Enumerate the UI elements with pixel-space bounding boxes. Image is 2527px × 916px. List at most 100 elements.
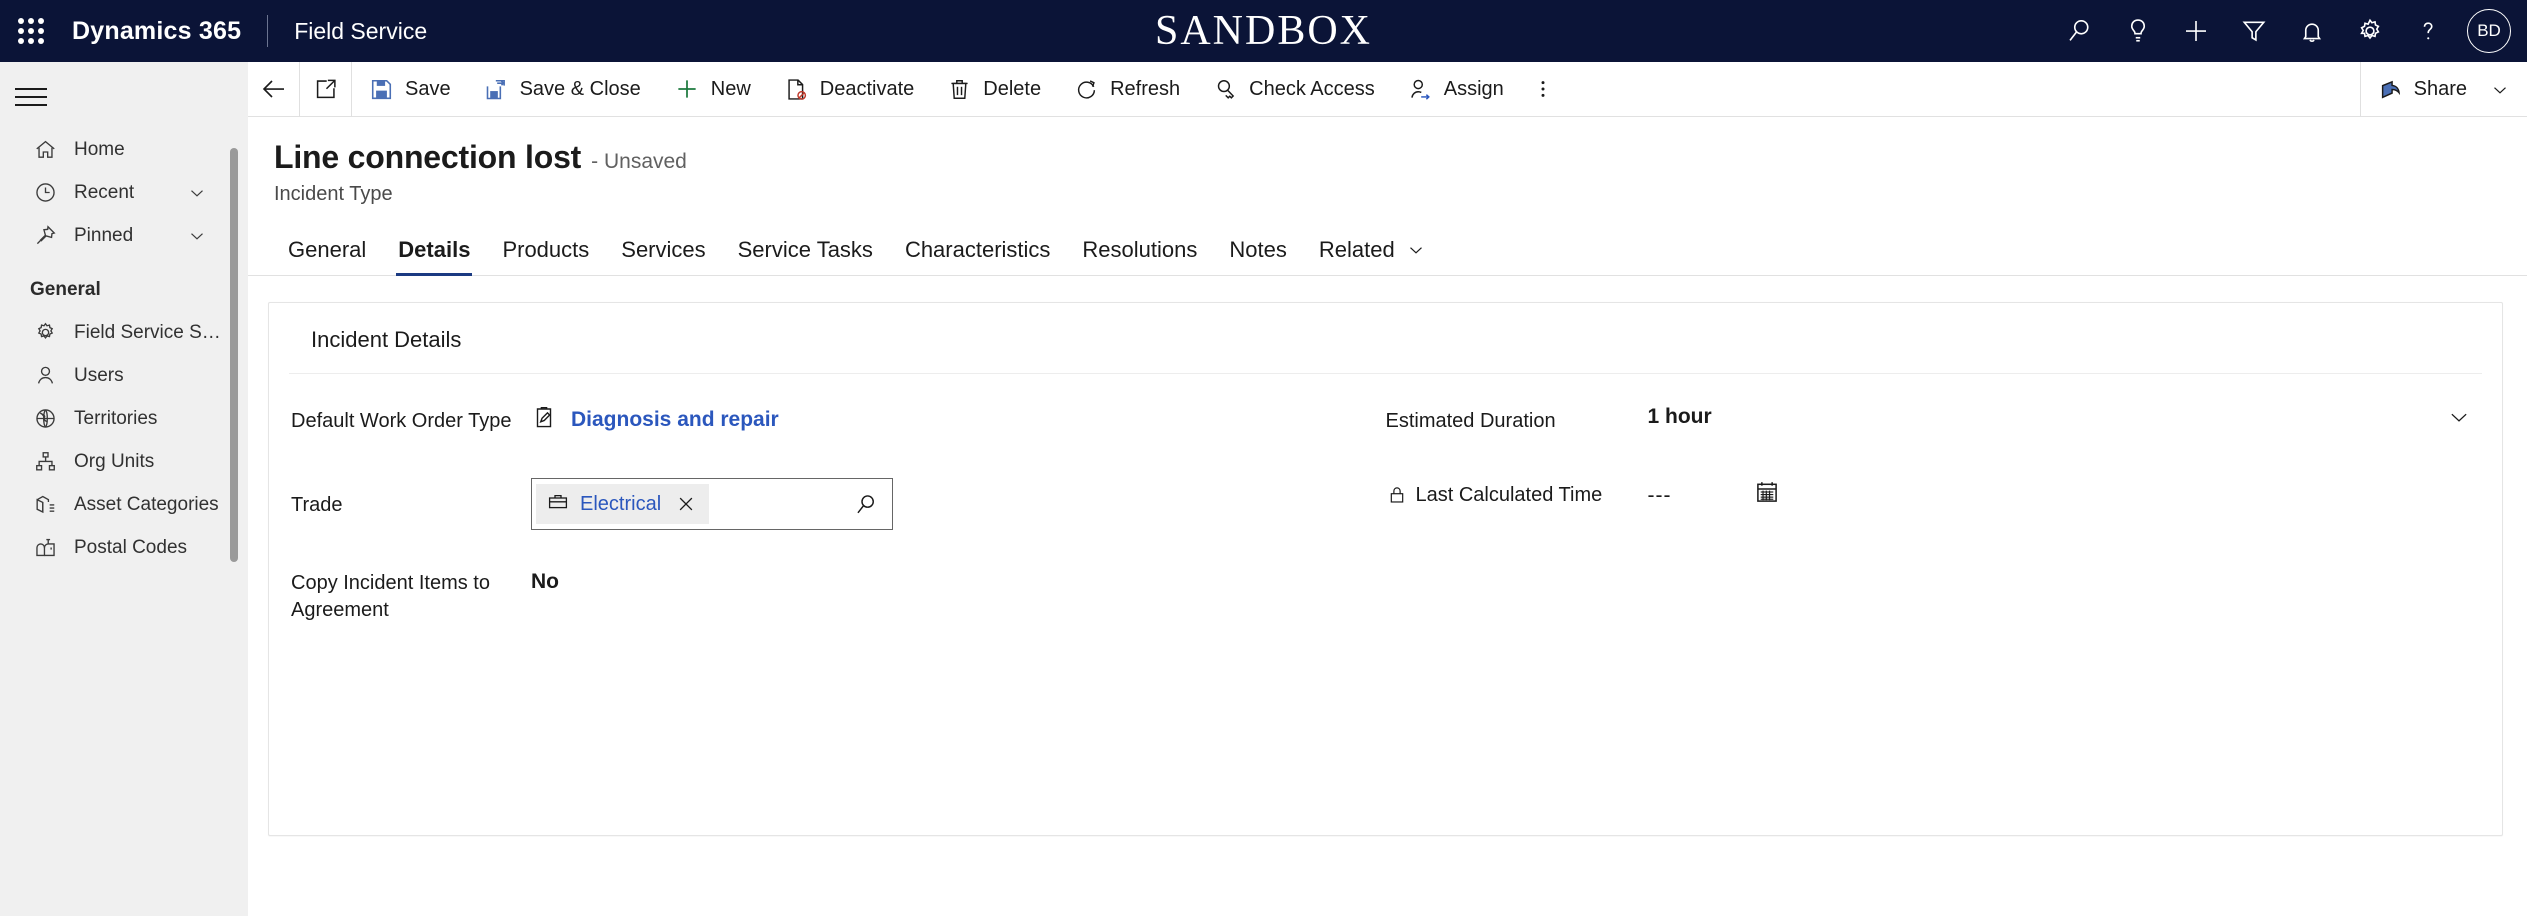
tab-general[interactable]: General <box>272 224 382 275</box>
brand-title[interactable]: Dynamics 365 <box>72 17 241 46</box>
chevron-down-icon[interactable] <box>2446 404 2472 430</box>
app-header: Dynamics 365 Field Service SANDBOX BD <box>0 0 2527 62</box>
sidebar-item-label: Asset Categories <box>74 493 219 515</box>
tab-notes[interactable]: Notes <box>1213 224 1302 275</box>
avatar[interactable]: BD <box>2467 9 2511 53</box>
field-value: Diagnosis and repair <box>571 408 779 431</box>
filter-icon[interactable] <box>2225 0 2283 62</box>
command-label: Share <box>2413 78 2467 100</box>
assign-button[interactable]: Assign <box>1391 62 1520 117</box>
default-work-order-type-value[interactable]: Diagnosis and repair <box>531 404 1346 436</box>
sidebar-item-asset-categories[interactable]: Asset Categories <box>0 483 248 526</box>
header-divider <box>267 15 269 47</box>
calendar-icon[interactable] <box>1753 478 1781 506</box>
sidebar: Home Recent Pinned General Field Service… <box>0 62 248 916</box>
check-access-button[interactable]: Check Access <box>1196 62 1391 117</box>
more-commands-button[interactable] <box>1520 62 1566 117</box>
sidebar-item-users[interactable]: Users <box>0 354 248 397</box>
chevron-down-icon[interactable] <box>186 182 208 204</box>
field-label: Last Calculated Time <box>1415 484 1603 506</box>
share-group: Share <box>2359 62 2527 117</box>
estimated-duration-control[interactable]: 1 hour <box>1648 404 2481 430</box>
tab-resolutions[interactable]: Resolutions <box>1066 224 1213 275</box>
environment-banner-text: SANDBOX <box>1154 8 1373 54</box>
form-tabs: General Details Products Services Servic… <box>248 224 2527 276</box>
close-icon[interactable] <box>671 493 701 515</box>
question-icon[interactable] <box>2399 0 2457 62</box>
tab-label: General <box>288 237 367 262</box>
record-title: Line connection lost <box>274 139 582 175</box>
sidebar-item-label: Postal Codes <box>74 536 188 558</box>
briefcase-icon <box>546 490 570 519</box>
field-last-calculated-time: Last Calculated Time --- <box>1386 478 2481 566</box>
globe-icon <box>30 404 60 434</box>
sidebar-item-label: Users <box>74 364 124 386</box>
form-grid: Default Work Order Type Diagnosis and re… <box>269 374 2502 640</box>
refresh-button[interactable]: Refresh <box>1057 62 1196 117</box>
work-order-icon <box>531 404 557 436</box>
field-label: Trade <box>291 494 343 516</box>
save-close-icon <box>483 76 510 103</box>
copy-incident-items-value[interactable]: No <box>531 566 1346 594</box>
plus-icon[interactable] <box>2167 0 2225 62</box>
user-icon <box>30 361 60 391</box>
sidebar-item-label: Territories <box>74 407 158 429</box>
field-copy-incident-items: Copy Incident Items to Agreement No <box>291 566 1346 640</box>
tab-details[interactable]: Details <box>382 224 486 276</box>
search-icon[interactable] <box>853 491 886 518</box>
chevron-down-icon[interactable] <box>186 225 208 247</box>
sidebar-item-pinned[interactable]: Pinned <box>0 214 248 257</box>
tab-related[interactable]: Related <box>1303 224 1443 275</box>
sidebar-item-home[interactable]: Home <box>0 128 248 171</box>
app-launcher-button[interactable] <box>0 0 62 62</box>
app-name[interactable]: Field Service <box>294 18 427 45</box>
trade-chip[interactable]: Electrical <box>536 484 710 524</box>
tab-label: Related <box>1318 237 1395 262</box>
refresh-icon <box>1073 76 1100 103</box>
command-label: Deactivate <box>819 77 915 100</box>
tab-characteristics[interactable]: Characteristics <box>889 224 1066 275</box>
command-label: Check Access <box>1249 77 1375 100</box>
key-icon <box>1212 76 1239 103</box>
trade-lookup-input[interactable]: Electrical <box>531 478 893 530</box>
lightbulb-icon[interactable] <box>2109 0 2167 62</box>
chevron-down-icon[interactable] <box>2489 79 2511 101</box>
field-label-group: Last Calculated Time <box>1386 478 1648 514</box>
sidebar-item-recent[interactable]: Recent <box>0 171 248 214</box>
tab-service-tasks[interactable]: Service Tasks <box>722 224 889 275</box>
record-state: - Unsaved <box>591 150 687 173</box>
search-icon[interactable] <box>2051 0 2109 62</box>
header-actions: BD <box>2051 0 2527 62</box>
pin-icon <box>30 221 60 251</box>
save-button[interactable]: Save <box>352 62 467 117</box>
main-content: Save Save & Close New Deactivate Delete … <box>248 61 2527 916</box>
estimated-duration-value: 1 hour <box>1647 405 1712 428</box>
bell-icon[interactable] <box>2283 0 2341 62</box>
tab-products[interactable]: Products <box>486 224 605 275</box>
gear-icon[interactable] <box>2341 0 2399 62</box>
lock-icon <box>1386 482 1408 514</box>
sidebar-item-org-units[interactable]: Org Units <box>0 440 248 483</box>
tab-label: Services <box>621 237 706 262</box>
field-default-work-order-type: Default Work Order Type Diagnosis and re… <box>291 404 1346 478</box>
chevron-down-icon[interactable] <box>1405 239 1427 263</box>
deactivate-button[interactable]: Deactivate <box>767 62 931 117</box>
back-button[interactable] <box>248 61 300 117</box>
delete-button[interactable]: Delete <box>930 62 1057 117</box>
tab-services[interactable]: Services <box>605 224 721 275</box>
new-button[interactable]: New <box>657 62 767 117</box>
sidebar-item-territories[interactable]: Territories <box>0 397 248 440</box>
tab-label: Products <box>502 237 590 262</box>
trash-icon <box>946 76 973 103</box>
sidebar-item-field-service-settings[interactable]: Field Service Setti... <box>0 311 248 354</box>
open-in-new-window-button[interactable] <box>300 61 352 117</box>
save-and-close-button[interactable]: Save & Close <box>467 62 657 117</box>
sidebar-item-label: Recent <box>74 181 135 203</box>
incident-details-card: Incident Details Default Work Order Type <box>268 302 2503 836</box>
form-column-right: Estimated Duration 1 hour Last Calculate… <box>1386 404 2481 640</box>
sidebar-scrollbar-thumb[interactable] <box>230 148 238 562</box>
hamburger-menu-button[interactable] <box>0 66 62 128</box>
share-button[interactable]: Share <box>2361 62 2527 117</box>
sidebar-item-postal-codes[interactable]: Postal Codes <box>0 526 248 569</box>
tab-label: Notes <box>1229 237 1287 262</box>
